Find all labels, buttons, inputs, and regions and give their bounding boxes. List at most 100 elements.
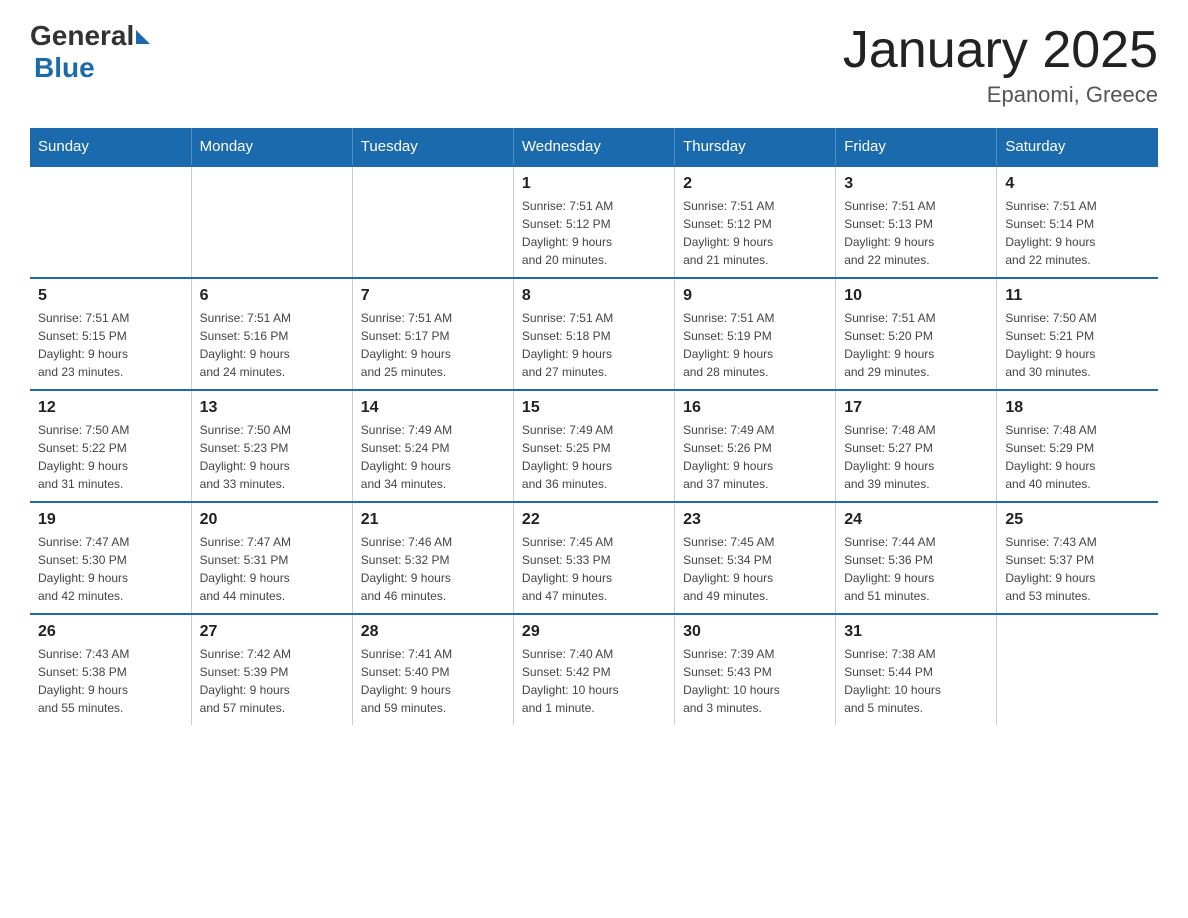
- day-info: Sunrise: 7:51 AMSunset: 5:15 PMDaylight:…: [38, 309, 183, 381]
- day-cell: 22Sunrise: 7:45 AMSunset: 5:33 PMDayligh…: [513, 502, 674, 614]
- day-info: Sunrise: 7:51 AMSunset: 5:14 PMDaylight:…: [1005, 197, 1150, 269]
- day-cell: [30, 166, 191, 278]
- day-number: 9: [683, 287, 827, 305]
- day-info: Sunrise: 7:49 AMSunset: 5:24 PMDaylight:…: [361, 421, 505, 493]
- day-number: 7: [361, 287, 505, 305]
- header-row: SundayMondayTuesdayWednesdayThursdayFrid…: [30, 128, 1158, 166]
- title-block: January 2025 Epanomi, Greece: [843, 20, 1158, 108]
- day-cell: 17 Sunrise: 7:48 AMSunset: 5:27 PMDayligh…: [836, 390, 997, 502]
- header-cell-thursday: Thursday: [675, 128, 836, 166]
- day-number: 17: [844, 399, 988, 417]
- calendar-title: January 2025: [843, 20, 1158, 80]
- day-info: Sunrise: 7:51 AMSunset: 5:20 PMDaylight:…: [844, 309, 988, 381]
- day-info: Sunrise: 7:41 AMSunset: 5:40 PMDaylight:…: [361, 645, 505, 717]
- day-cell: 16 Sunrise: 7:49 AMSunset: 5:26 PMDayligh…: [675, 390, 836, 502]
- day-info: Sunrise: 7:48 AMSunset: 5:29 PMDaylight:…: [1005, 421, 1150, 493]
- day-info: Sunrise: 7:38 AMSunset: 5:44 PMDaylight:…: [844, 645, 988, 717]
- day-cell: 12Sunrise: 7:50 AMSunset: 5:22 PMDayligh…: [30, 390, 191, 502]
- day-cell: 9 Sunrise: 7:51 AMSunset: 5:19 PMDaylight…: [675, 278, 836, 390]
- calendar-header: SundayMondayTuesdayWednesdayThursdayFrid…: [30, 128, 1158, 166]
- day-cell: 26 Sunrise: 7:43 AMSunset: 5:38 PMDayligh…: [30, 614, 191, 725]
- header-cell-tuesday: Tuesday: [352, 128, 513, 166]
- day-cell: 8 Sunrise: 7:51 AMSunset: 5:18 PMDaylight…: [513, 278, 674, 390]
- day-info: Sunrise: 7:43 AMSunset: 5:37 PMDaylight:…: [1005, 533, 1150, 605]
- week-row-3: 12Sunrise: 7:50 AMSunset: 5:22 PMDayligh…: [30, 390, 1158, 502]
- day-number: 1: [522, 175, 666, 193]
- day-info: Sunrise: 7:47 AMSunset: 5:30 PMDaylight:…: [38, 533, 183, 605]
- day-cell: 13 Sunrise: 7:50 AMSunset: 5:23 PMDayligh…: [191, 390, 352, 502]
- calendar-body: 1 Sunrise: 7:51 AMSunset: 5:12 PMDaylight…: [30, 166, 1158, 725]
- day-number: 13: [200, 399, 344, 417]
- header-cell-friday: Friday: [836, 128, 997, 166]
- day-cell: 3Sunrise: 7:51 AMSunset: 5:13 PMDaylight…: [836, 166, 997, 278]
- week-row-4: 19 Sunrise: 7:47 AMSunset: 5:30 PMDayligh…: [30, 502, 1158, 614]
- header-cell-saturday: Saturday: [997, 128, 1158, 166]
- day-cell: 20 Sunrise: 7:47 AMSunset: 5:31 PMDayligh…: [191, 502, 352, 614]
- day-number: 5: [38, 287, 183, 305]
- day-info: Sunrise: 7:50 AMSunset: 5:21 PMDaylight:…: [1005, 309, 1150, 381]
- day-info: Sunrise: 7:51 AMSunset: 5:18 PMDaylight:…: [522, 309, 666, 381]
- day-info: Sunrise: 7:48 AMSunset: 5:27 PMDaylight:…: [844, 421, 988, 493]
- day-info: Sunrise: 7:51 AMSunset: 5:12 PMDaylight:…: [522, 197, 666, 269]
- day-number: 30: [683, 623, 827, 641]
- day-number: 26: [38, 623, 183, 641]
- day-info: Sunrise: 7:51 AMSunset: 5:19 PMDaylight:…: [683, 309, 827, 381]
- day-cell: 6 Sunrise: 7:51 AMSunset: 5:16 PMDaylight…: [191, 278, 352, 390]
- day-number: 25: [1005, 511, 1150, 529]
- day-number: 18: [1005, 399, 1150, 417]
- day-cell: 7Sunrise: 7:51 AMSunset: 5:17 PMDaylight…: [352, 278, 513, 390]
- day-number: 28: [361, 623, 505, 641]
- day-cell: 21Sunrise: 7:46 AMSunset: 5:32 PMDayligh…: [352, 502, 513, 614]
- day-info: Sunrise: 7:51 AMSunset: 5:16 PMDaylight:…: [200, 309, 344, 381]
- day-number: 20: [200, 511, 344, 529]
- day-number: 8: [522, 287, 666, 305]
- day-info: Sunrise: 7:49 AMSunset: 5:26 PMDaylight:…: [683, 421, 827, 493]
- logo-general: General: [30, 20, 134, 52]
- day-cell: [997, 614, 1158, 725]
- day-cell: 14 Sunrise: 7:49 AMSunset: 5:24 PMDayligh…: [352, 390, 513, 502]
- day-number: 10: [844, 287, 988, 305]
- day-cell: 1 Sunrise: 7:51 AMSunset: 5:12 PMDaylight…: [513, 166, 674, 278]
- day-info: Sunrise: 7:39 AMSunset: 5:43 PMDaylight:…: [683, 645, 827, 717]
- day-info: Sunrise: 7:47 AMSunset: 5:31 PMDaylight:…: [200, 533, 344, 605]
- week-row-1: 1 Sunrise: 7:51 AMSunset: 5:12 PMDaylight…: [30, 166, 1158, 278]
- day-number: 24: [844, 511, 988, 529]
- day-cell: 28 Sunrise: 7:41 AMSunset: 5:40 PMDayligh…: [352, 614, 513, 725]
- day-cell: 31 Sunrise: 7:38 AMSunset: 5:44 PMDayligh…: [836, 614, 997, 725]
- day-info: Sunrise: 7:43 AMSunset: 5:38 PMDaylight:…: [38, 645, 183, 717]
- day-cell: 11Sunrise: 7:50 AMSunset: 5:21 PMDayligh…: [997, 278, 1158, 390]
- week-row-2: 5 Sunrise: 7:51 AMSunset: 5:15 PMDaylight…: [30, 278, 1158, 390]
- week-row-5: 26 Sunrise: 7:43 AMSunset: 5:38 PMDayligh…: [30, 614, 1158, 725]
- header-cell-wednesday: Wednesday: [513, 128, 674, 166]
- day-number: 31: [844, 623, 988, 641]
- day-number: 21: [361, 511, 505, 529]
- day-info: Sunrise: 7:50 AMSunset: 5:23 PMDaylight:…: [200, 421, 344, 493]
- day-cell: 29Sunrise: 7:40 AMSunset: 5:42 PMDayligh…: [513, 614, 674, 725]
- day-number: 16: [683, 399, 827, 417]
- day-cell: [352, 166, 513, 278]
- day-number: 27: [200, 623, 344, 641]
- day-cell: 5 Sunrise: 7:51 AMSunset: 5:15 PMDaylight…: [30, 278, 191, 390]
- day-cell: 25 Sunrise: 7:43 AMSunset: 5:37 PMDayligh…: [997, 502, 1158, 614]
- day-number: 14: [361, 399, 505, 417]
- day-cell: 24 Sunrise: 7:44 AMSunset: 5:36 PMDayligh…: [836, 502, 997, 614]
- day-info: Sunrise: 7:44 AMSunset: 5:36 PMDaylight:…: [844, 533, 988, 605]
- day-cell: 23 Sunrise: 7:45 AMSunset: 5:34 PMDayligh…: [675, 502, 836, 614]
- day-cell: [191, 166, 352, 278]
- day-number: 19: [38, 511, 183, 529]
- day-number: 15: [522, 399, 666, 417]
- day-cell: 18 Sunrise: 7:48 AMSunset: 5:29 PMDayligh…: [997, 390, 1158, 502]
- day-number: 6: [200, 287, 344, 305]
- day-info: Sunrise: 7:49 AMSunset: 5:25 PMDaylight:…: [522, 421, 666, 493]
- day-info: Sunrise: 7:51 AMSunset: 5:12 PMDaylight:…: [683, 197, 827, 269]
- day-number: 29: [522, 623, 666, 641]
- day-cell: 19 Sunrise: 7:47 AMSunset: 5:30 PMDayligh…: [30, 502, 191, 614]
- day-cell: 10 Sunrise: 7:51 AMSunset: 5:20 PMDayligh…: [836, 278, 997, 390]
- day-info: Sunrise: 7:45 AMSunset: 5:34 PMDaylight:…: [683, 533, 827, 605]
- day-cell: 27Sunrise: 7:42 AMSunset: 5:39 PMDayligh…: [191, 614, 352, 725]
- logo-blue: Blue: [30, 52, 150, 84]
- day-cell: 30 Sunrise: 7:39 AMSunset: 5:43 PMDayligh…: [675, 614, 836, 725]
- day-number: 23: [683, 511, 827, 529]
- logo-triangle-icon: [136, 30, 150, 44]
- header-cell-monday: Monday: [191, 128, 352, 166]
